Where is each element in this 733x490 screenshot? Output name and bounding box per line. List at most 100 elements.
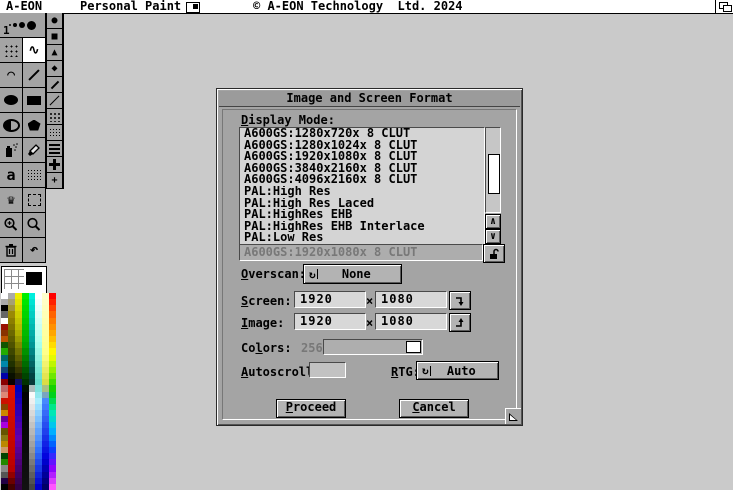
palette-color[interactable] — [49, 484, 56, 490]
palette-color[interactable] — [1, 484, 8, 490]
brush-line-thin[interactable] — [47, 93, 62, 108]
scroll-up-button[interactable]: ∧ — [485, 214, 501, 229]
display-mode-list[interactable]: A600GS:1280x720x 8 CLUTA600GS:1280x1024x… — [239, 127, 485, 245]
colors-slider[interactable] — [323, 339, 423, 355]
brush-triangle[interactable]: ▲ — [47, 45, 62, 60]
airbrush-icon — [3, 142, 19, 158]
display-mode-item[interactable]: PAL:HighRes EHB Interlace — [240, 221, 484, 233]
filled-ellipse-icon — [4, 95, 18, 105]
overscan-value: None — [320, 267, 401, 281]
rtg-value: Auto — [433, 364, 498, 378]
undo-icon: ↶ — [30, 244, 38, 257]
brush-diamond[interactable]: ◆ — [47, 61, 62, 76]
dialog-resize-gadget[interactable] — [505, 408, 521, 424]
tool-rectangle-filled[interactable] — [23, 88, 45, 112]
zoom-plus-icon — [3, 217, 19, 233]
tool-curve[interactable]: ◠ — [0, 63, 22, 87]
menubar: A-EON Personal Paint © A-EON Technology … — [0, 0, 733, 14]
depth-front-rect-icon — [723, 5, 732, 12]
copy-image-to-screen-button[interactable] — [449, 313, 471, 332]
brush-dots-dense[interactable] — [47, 125, 62, 140]
foreground-color-swatch — [26, 272, 42, 285]
display-mode-item[interactable]: PAL:High Res Laced — [240, 198, 484, 210]
display-mode-item[interactable]: PAL:High Res — [240, 186, 484, 198]
palette-color[interactable] — [8, 484, 15, 490]
proceed-button[interactable]: Proceed — [276, 399, 346, 418]
tool-ellipse-filled[interactable] — [0, 88, 22, 112]
brush-cross-thin[interactable]: + — [47, 173, 62, 188]
image-height-input[interactable]: 1080 — [375, 313, 447, 330]
lock-button[interactable] — [483, 244, 505, 263]
tool-undo[interactable]: ↶ — [23, 238, 45, 262]
line-icon — [28, 69, 39, 80]
tool-dotted-freehand[interactable] — [0, 38, 22, 62]
tool-palette: 1 ∿ ◠ a ♛ — [0, 13, 46, 263]
display-mode-item[interactable]: A600GS:1280x720x 8 CLUT — [240, 128, 484, 140]
palette-color[interactable] — [22, 484, 29, 490]
triangle-icon: ▲ — [51, 48, 57, 58]
tool-line[interactable] — [23, 63, 45, 87]
tool-dither[interactable] — [23, 163, 45, 187]
tool-ellipse-outline[interactable] — [0, 113, 22, 137]
tool-airbrush[interactable] — [0, 138, 22, 162]
scroll-down-button[interactable]: ∨ — [485, 229, 501, 244]
polygon-icon — [28, 120, 41, 131]
tool-color-transparency[interactable]: ♛ — [0, 188, 22, 212]
selection-brackets-icon — [28, 194, 41, 206]
colors-slider-thumb[interactable] — [406, 341, 421, 353]
color-palette — [1, 293, 56, 490]
overscan-cycle-button[interactable]: ↻ None — [303, 264, 402, 284]
arrow-corner-down-icon — [453, 294, 467, 308]
current-color-indicator[interactable] — [1, 266, 47, 294]
magnifier-icon — [26, 217, 42, 233]
brush-hlines[interactable] — [47, 141, 62, 156]
image-width-input[interactable]: 1920 — [294, 313, 366, 330]
tool-freehand-selected[interactable]: ∿ — [23, 38, 45, 62]
tool-polygon[interactable] — [23, 113, 45, 137]
cancel-button[interactable]: Cancel — [399, 399, 469, 418]
palette-color[interactable] — [15, 484, 22, 490]
screen-title[interactable]: A-EON — [6, 0, 42, 13]
scrollbar-thumb[interactable] — [488, 154, 500, 194]
tool-zoom[interactable] — [0, 213, 22, 237]
arrow-corner-up-icon — [453, 316, 467, 330]
screen-height-input[interactable]: 1080 — [375, 291, 447, 308]
display-mode-item[interactable]: A600GS:1280x1024x 8 CLUT — [240, 140, 484, 152]
display-mode-item[interactable]: PAL:HighRes EHB — [240, 209, 484, 221]
scrollbar-track[interactable] — [485, 127, 501, 213]
tool-magnify[interactable] — [23, 213, 45, 237]
palette-color[interactable] — [29, 484, 36, 490]
mode-name-field[interactable]: A600GS:1920x1080x 8 CLUT — [239, 244, 483, 261]
iconify-gadget-icon[interactable] — [186, 2, 200, 13]
tool-builtin-brushes[interactable]: 1 — [0, 13, 45, 37]
dialog-titlebar[interactable]: Image and Screen Format — [219, 91, 520, 107]
display-mode-item[interactable]: A600GS:3840x2160x 8 CLUT — [240, 163, 484, 175]
text-tool-icon: a — [6, 169, 15, 182]
horizontal-lines-icon — [49, 144, 60, 154]
display-mode-item[interactable]: A600GS:1920x1080x 8 CLUT — [240, 151, 484, 163]
copy-screen-to-image-button[interactable] — [449, 291, 471, 310]
screen-label: Screen: — [241, 294, 292, 308]
display-mode-item[interactable]: A600GS:4096x2160x 8 CLUT — [240, 174, 484, 186]
display-mode-item[interactable]: PAL:Low Res — [240, 232, 484, 244]
screen-depth-gadget[interactable] — [715, 0, 733, 14]
tool-fill[interactable] — [23, 138, 45, 162]
brush-dots-sparse[interactable] — [47, 109, 62, 124]
brush-dots-icon — [9, 21, 36, 30]
brush-line-thick[interactable] — [47, 77, 62, 92]
tool-text[interactable]: a — [0, 163, 22, 187]
autoscroll-checkbox[interactable] — [309, 362, 346, 378]
freehand-icon: ∿ — [29, 44, 40, 57]
app-title[interactable]: Personal Paint — [80, 0, 181, 13]
rtg-cycle-button[interactable]: ↻ Auto — [416, 361, 499, 380]
cycle-bar-icon — [430, 366, 431, 376]
thin-cross-icon: + — [51, 176, 57, 186]
palette-color[interactable] — [35, 484, 42, 490]
brush-circle[interactable]: ● — [47, 13, 62, 28]
tool-clear[interactable] — [0, 238, 22, 262]
screen-width-input[interactable]: 1920 — [294, 291, 366, 308]
brush-cross-thick[interactable] — [47, 157, 62, 172]
brush-square[interactable]: ■ — [47, 29, 62, 44]
palette-color[interactable] — [42, 484, 49, 490]
tool-define-brush[interactable] — [23, 188, 45, 212]
